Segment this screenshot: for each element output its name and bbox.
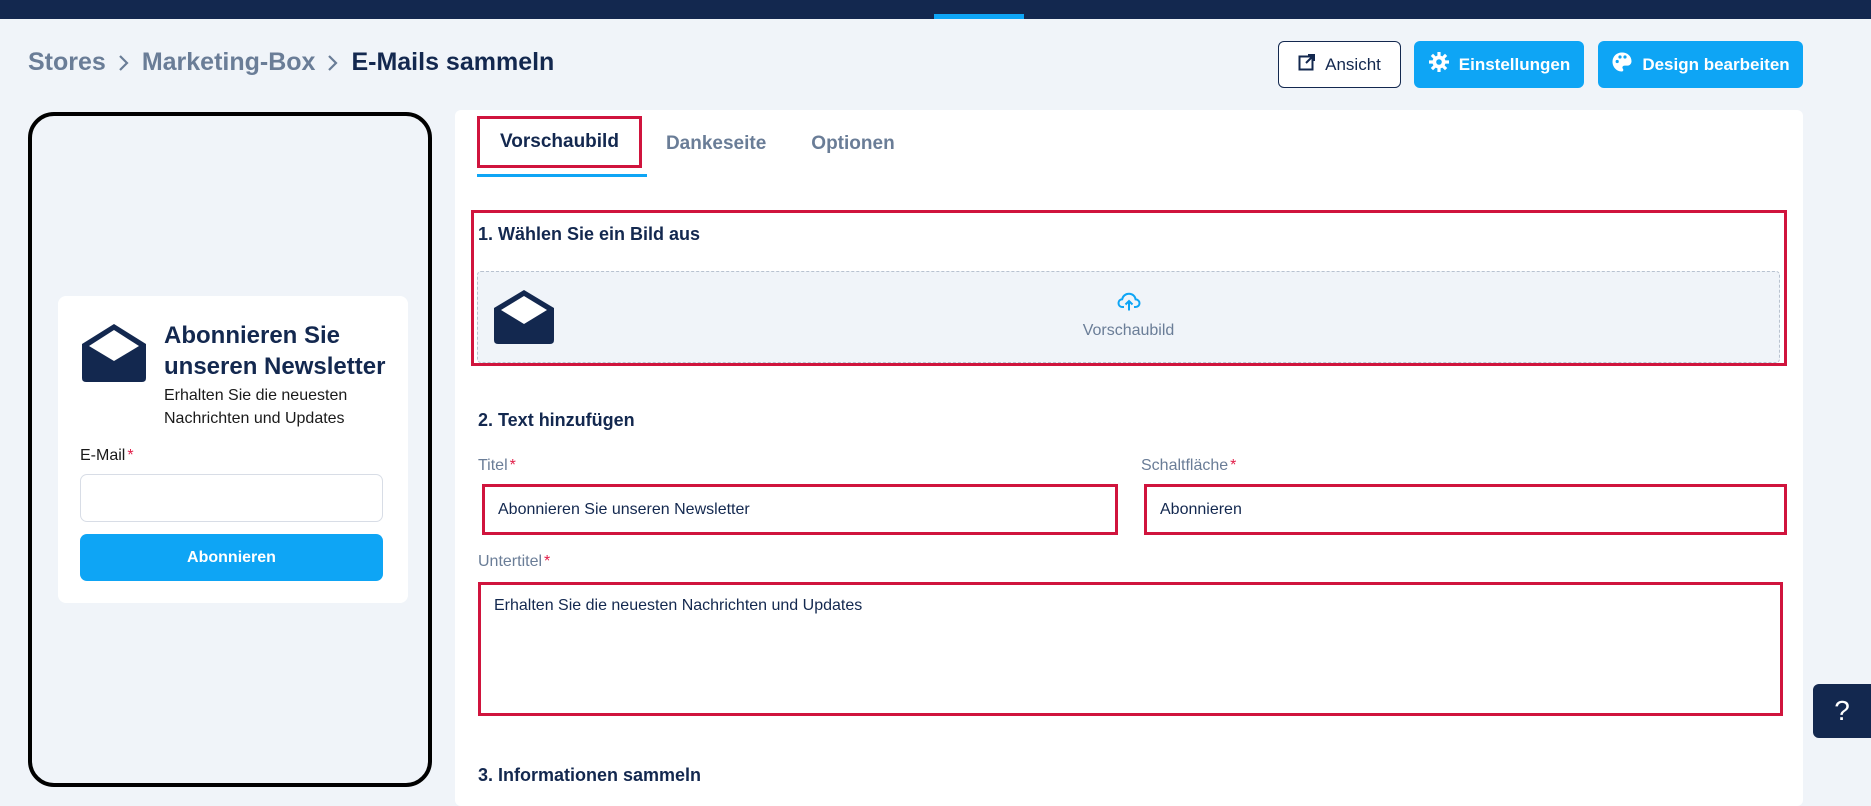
title-field-label-text: Titel <box>478 457 508 474</box>
subtitle-textarea[interactable]: Erhalten Sie die neuesten Nachrichten un… <box>478 582 1783 716</box>
breadcrumb-marketing-box[interactable]: Marketing-Box <box>142 48 316 77</box>
subtitle-field-label: Untertitel * <box>478 553 550 571</box>
email-label: E-Mail * <box>80 447 134 465</box>
title-input[interactable]: Abonnieren Sie unseren Newsletter <box>482 484 1118 535</box>
design-edit-button[interactable]: Design bearbeiten <box>1598 41 1803 88</box>
settings-button-label: Einstellungen <box>1458 54 1571 74</box>
help-button[interactable]: ? <box>1813 684 1871 738</box>
required-asterisk: * <box>1230 457 1237 474</box>
tab-vorschaubild[interactable]: Vorschaubild <box>477 116 642 168</box>
title-field-label: Titel * <box>478 457 516 475</box>
editor-panel: Vorschaubild Dankeseite Optionen 1. Wähl… <box>455 110 1803 806</box>
phone-preview-frame: Abonnieren Sie unseren Newsletter Erhalt… <box>28 112 432 787</box>
section-collect-title: 3. Informationen sammeln <box>478 765 702 785</box>
envelope-open-icon <box>80 322 148 384</box>
newsletter-preview-card: Abonnieren Sie unseren Newsletter Erhalt… <box>58 296 408 603</box>
palette-icon <box>1611 51 1633 78</box>
button-text-input[interactable]: Abonnieren <box>1144 484 1787 535</box>
section-text-title: 2. Text hinzufügen <box>478 410 635 430</box>
top-nav-bar <box>0 0 1871 19</box>
upload-label: Vorschaubild <box>1082 322 1175 339</box>
upload-prompt: Vorschaubild <box>478 292 1779 340</box>
newsletter-title: Abonnieren Sie unseren Newsletter <box>164 322 386 380</box>
required-asterisk: * <box>544 553 551 570</box>
tab-bar: Vorschaubild Dankeseite Optionen <box>477 114 940 178</box>
chevron-right-icon <box>106 50 142 76</box>
breadcrumb: Stores Marketing-Box E-Mails sammeln <box>28 48 554 77</box>
view-button-label: Ansicht <box>1325 54 1381 74</box>
tab-optionen[interactable]: Optionen <box>811 114 894 174</box>
required-asterisk: * <box>127 447 134 464</box>
subscribe-button[interactable]: Abonnieren <box>80 534 383 581</box>
external-link-icon <box>1298 53 1316 76</box>
newsletter-subtitle: Erhalten Sie die neuesten Nachrichten un… <box>164 387 348 427</box>
breadcrumb-current: E-Mails sammeln <box>351 48 555 76</box>
button-field-label-text: Schaltfläche <box>1141 457 1229 474</box>
section-image-title: 1. Wählen Sie ein Bild aus <box>478 224 701 244</box>
cloud-upload-icon <box>1116 292 1141 317</box>
required-asterisk: * <box>509 457 516 474</box>
image-upload-zone[interactable]: Vorschaubild <box>477 271 1780 363</box>
settings-button[interactable]: Einstellungen <box>1414 41 1584 88</box>
subtitle-field-label-text: Untertitel <box>478 553 543 570</box>
email-input[interactable] <box>80 474 383 522</box>
breadcrumb-stores[interactable]: Stores <box>28 48 106 77</box>
button-field-label: Schaltfläche * <box>1141 457 1236 475</box>
email-label-text: E-Mail <box>80 447 126 464</box>
gear-icon <box>1428 51 1450 78</box>
active-nav-indicator <box>934 14 1024 19</box>
tab-dankeseite[interactable]: Dankeseite <box>666 114 766 174</box>
view-button[interactable]: Ansicht <box>1278 41 1401 88</box>
design-edit-button-label: Design bearbeiten <box>1642 54 1790 74</box>
chevron-right-icon <box>315 50 351 76</box>
active-tab-underline <box>477 174 647 177</box>
